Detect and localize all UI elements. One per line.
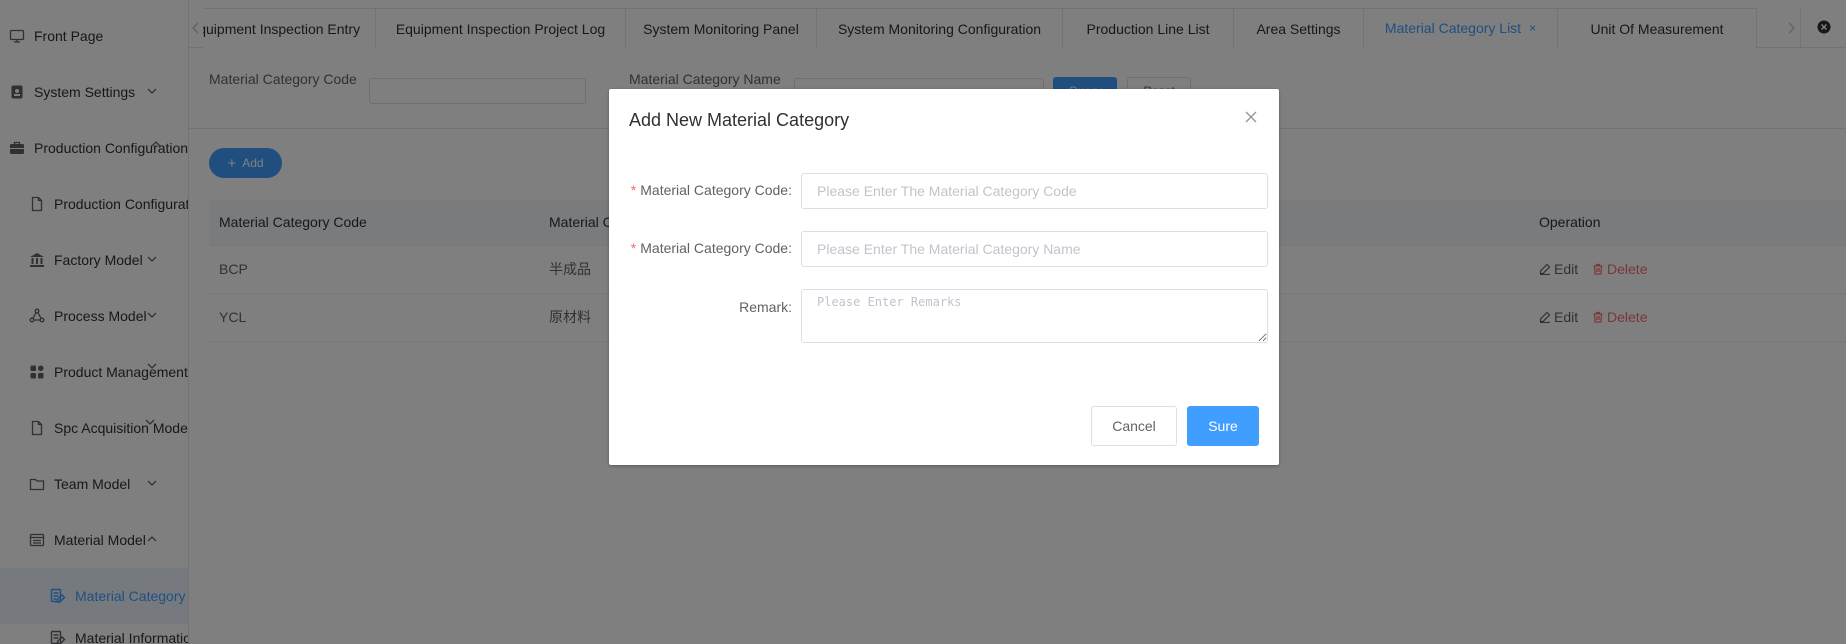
sure-button[interactable]: Sure (1187, 406, 1259, 446)
field-label: Remark: (739, 299, 792, 315)
dialog-title: Add New Material Category (629, 110, 850, 130)
remark-textarea[interactable] (801, 289, 1268, 343)
field-label: * Material Category Code: (630, 182, 792, 198)
field-label: * Material Category Code: (630, 240, 792, 256)
add-material-category-dialog: Add New Material Category * Material Cate… (609, 89, 1279, 465)
material-category-code-input[interactable] (801, 173, 1268, 209)
cancel-button[interactable]: Cancel (1091, 406, 1177, 446)
material-category-name-input[interactable] (801, 231, 1268, 267)
close-icon[interactable] (1243, 109, 1259, 125)
form-row-name: * Material Category Code: (609, 231, 1279, 267)
form-row-remark: Remark: (609, 289, 1279, 343)
form-row-code: * Material Category Code: (609, 173, 1279, 209)
